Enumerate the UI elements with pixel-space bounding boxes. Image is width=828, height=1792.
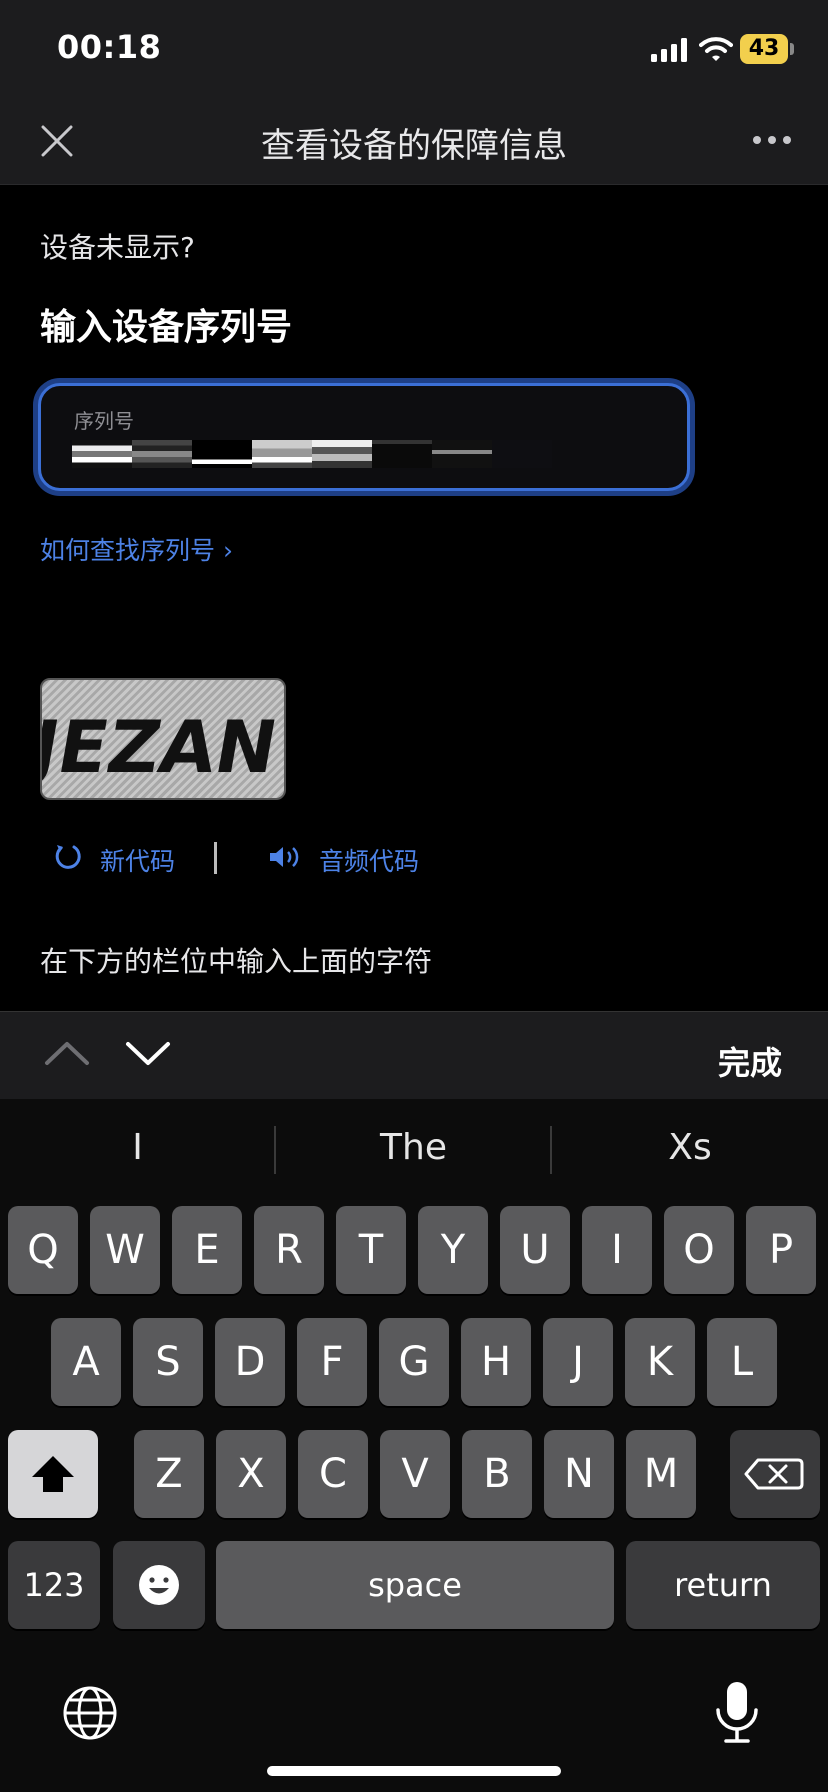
done-button[interactable]: 完成 [718, 1038, 782, 1084]
status-time: 00:18 [57, 28, 162, 66]
key-z[interactable]: Z [134, 1430, 204, 1518]
shift-icon [32, 1456, 74, 1492]
serial-number-field[interactable] [38, 383, 690, 491]
key-t[interactable]: T [336, 1206, 406, 1294]
space-key[interactable]: space [216, 1541, 614, 1629]
key-o[interactable]: O [664, 1206, 734, 1294]
key-u[interactable]: U [500, 1206, 570, 1294]
key-s[interactable]: S [133, 1318, 203, 1406]
key-i[interactable]: I [582, 1206, 652, 1294]
key-b[interactable]: B [462, 1430, 532, 1518]
key-n[interactable]: N [544, 1430, 614, 1518]
shift-key[interactable] [8, 1430, 98, 1518]
globe-icon[interactable] [62, 1685, 118, 1741]
suggestion-3[interactable]: Xs [552, 1127, 828, 1168]
svg-text:JEZAN: JEZAN [42, 707, 283, 790]
home-indicator [267, 1766, 561, 1776]
find-serial-link[interactable]: 如何查找序列号 › [40, 531, 233, 567]
key-h[interactable]: H [461, 1318, 531, 1406]
key-d[interactable]: D [215, 1318, 285, 1406]
key-g[interactable]: G [379, 1318, 449, 1406]
key-a[interactable]: A [51, 1318, 121, 1406]
divider [214, 842, 217, 874]
key-w[interactable]: W [90, 1206, 160, 1294]
redacted-serial-value [72, 440, 562, 468]
key-r[interactable]: R [254, 1206, 324, 1294]
key-j[interactable]: J [543, 1318, 613, 1406]
captcha-instruction: 在下方的栏位中输入上面的字符 [40, 945, 433, 978]
key-p[interactable]: P [746, 1206, 816, 1294]
suggestion-1[interactable]: I [0, 1127, 275, 1168]
battery-indicator: 43 [740, 34, 788, 64]
new-code-button[interactable]: 新代码 [100, 842, 175, 878]
audio-code-button[interactable]: 音频代码 [319, 842, 419, 878]
key-k[interactable]: K [625, 1318, 695, 1406]
key-v[interactable]: V [380, 1430, 450, 1518]
wifi-icon [699, 37, 733, 61]
page-title: 查看设备的保障信息 [261, 126, 567, 166]
speaker-icon[interactable] [268, 844, 304, 870]
battery-tip [790, 43, 794, 55]
microphone-icon[interactable] [712, 1680, 762, 1746]
serial-field-label: 序列号 [74, 409, 134, 433]
suggestion-2[interactable]: The [276, 1127, 551, 1168]
emoji-icon [139, 1565, 179, 1605]
delete-icon [744, 1458, 804, 1490]
signal-icon [651, 38, 687, 62]
chevron-up-icon[interactable] [44, 1040, 90, 1066]
refresh-icon[interactable] [54, 842, 82, 870]
key-f[interactable]: F [297, 1318, 367, 1406]
key-c[interactable]: C [298, 1430, 368, 1518]
serial-heading: 输入设备序列号 [40, 307, 293, 348]
more-icon[interactable] [752, 135, 792, 145]
key-y[interactable]: Y [418, 1206, 488, 1294]
key-m[interactable]: M [626, 1430, 696, 1518]
emoji-key[interactable] [113, 1541, 205, 1629]
captcha-image: JEZAN [40, 678, 286, 800]
device-missing-text: 设备未显示? [40, 231, 195, 264]
backspace-key[interactable] [730, 1430, 820, 1518]
key-x[interactable]: X [216, 1430, 286, 1518]
return-key[interactable]: return [626, 1541, 820, 1629]
key-e[interactable]: E [172, 1206, 242, 1294]
chevron-down-icon[interactable] [125, 1041, 171, 1067]
key-q[interactable]: Q [8, 1206, 78, 1294]
key-l[interactable]: L [707, 1318, 777, 1406]
numbers-key[interactable]: 123 [8, 1541, 100, 1629]
